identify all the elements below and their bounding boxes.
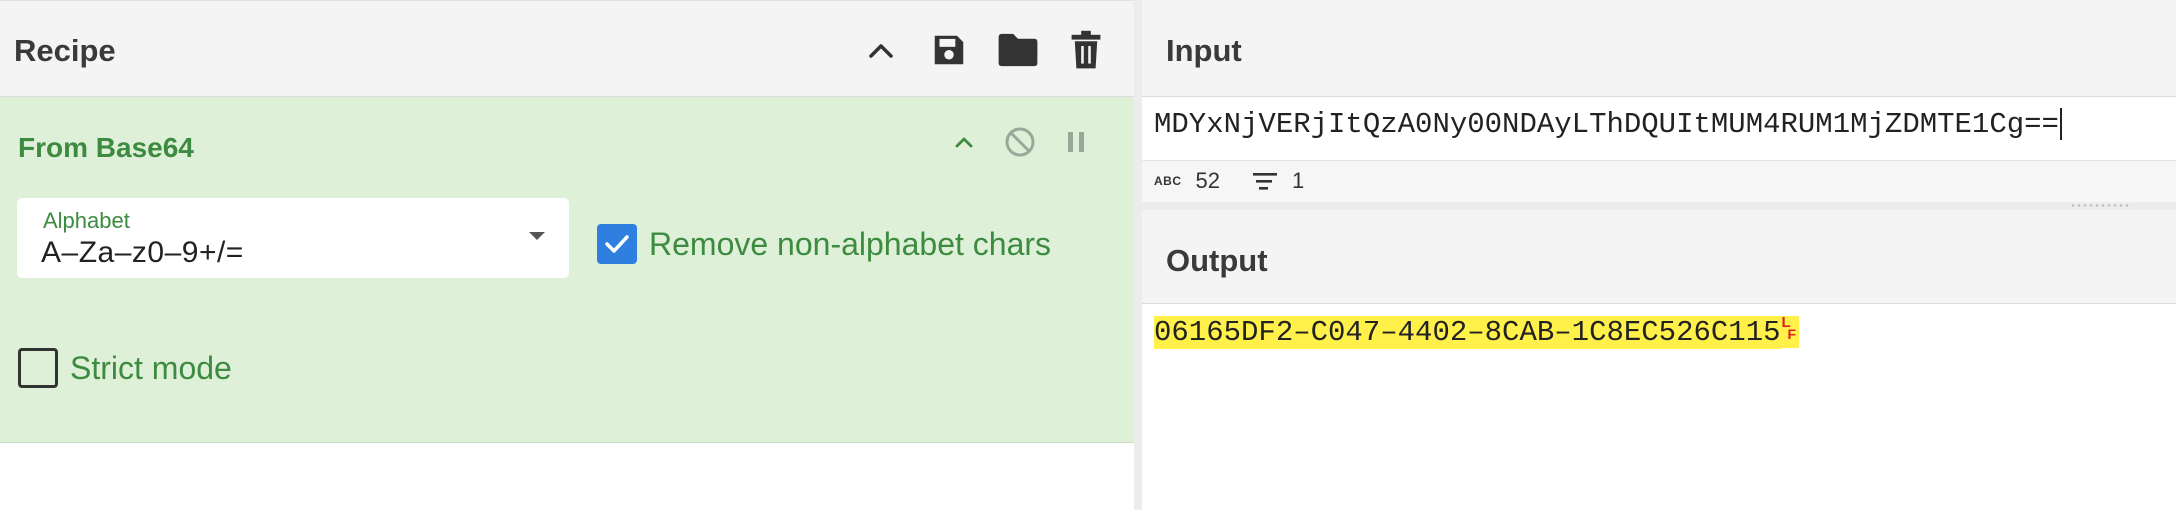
line-feed-control-char: LF xyxy=(1780,314,1799,349)
collapse-all-button[interactable] xyxy=(856,25,906,75)
input-length-indicator: ABC 52 xyxy=(1154,168,1220,194)
operation-title: From Base64 xyxy=(18,132,194,163)
save-recipe-button[interactable] xyxy=(924,25,974,75)
clear-recipe-button[interactable] xyxy=(1061,25,1111,75)
trash-icon xyxy=(1071,30,1101,69)
load-recipe-button[interactable] xyxy=(993,25,1043,75)
input-title: Input xyxy=(1166,33,1242,68)
strict-mode-label: Strict mode xyxy=(70,349,232,386)
output-text: 06165DF2–C047–4402–8CAB–1C8EC526C115 xyxy=(1154,316,1781,349)
input-textarea[interactable]: MDYxNjVERjItQzA0Ny00NDAyLThDQUItMUM4RUM1… xyxy=(1154,108,2062,141)
remove-non-alphabet-checkbox[interactable]: Remove non-alphabet chars xyxy=(597,224,1051,264)
horizontal-splitter[interactable] xyxy=(1142,202,2176,210)
pause-icon xyxy=(1068,132,1084,152)
recipe-pane: Recipe From Base64 Alphabet A–Za–z0–9+/= xyxy=(0,0,1134,510)
checkbox-unchecked-icon xyxy=(18,348,58,388)
input-header: Input xyxy=(1142,0,2176,97)
disable-icon xyxy=(1005,127,1035,157)
chevron-up-icon xyxy=(869,44,893,58)
operation-from-base64: From Base64 Alphabet A–Za–z0–9+/= Remove… xyxy=(0,97,1134,443)
output-textarea[interactable]: 06165DF2–C047–4402–8CAB–1C8EC526C115 L F xyxy=(1154,314,1799,349)
text-caret xyxy=(2059,108,2062,141)
output-title: Output xyxy=(1166,243,1268,278)
input-length-value: 52 xyxy=(1195,168,1220,193)
input-status-bar: ABC 52 1 xyxy=(1142,160,2176,202)
lines-icon xyxy=(1253,173,1277,190)
operation-breakpoint-button[interactable] xyxy=(1053,119,1099,165)
strict-mode-checkbox[interactable]: Strict mode xyxy=(18,348,232,388)
checkbox-checked-icon xyxy=(597,224,637,264)
output-header: Output xyxy=(1142,210,2176,304)
operation-disable-button[interactable] xyxy=(997,119,1043,165)
save-icon xyxy=(934,35,964,65)
operation-collapse-button[interactable] xyxy=(941,119,987,165)
input-text: MDYxNjVERjItQzA0Ny00NDAyLThDQUItMUM4RUM1… xyxy=(1154,108,2059,141)
recipe-title: Recipe xyxy=(14,33,116,68)
input-lines-indicator: 1 xyxy=(1252,168,1304,194)
alphabet-select[interactable]: Alphabet A–Za–z0–9+/= xyxy=(17,198,569,278)
alphabet-label: Alphabet xyxy=(43,208,130,233)
chevron-up-icon xyxy=(955,137,973,148)
text-length-icon: ABC xyxy=(1154,174,1182,188)
splitter-grip-icon xyxy=(2070,204,2132,207)
input-lines-value: 1 xyxy=(1292,168,1305,193)
folder-icon xyxy=(998,33,1038,67)
remove-non-alphabet-label: Remove non-alphabet chars xyxy=(649,225,1052,262)
recipe-header: Recipe xyxy=(0,0,1134,97)
io-pane: Input MDYxNjVERjItQzA0Ny00NDAyLThDQUItMU… xyxy=(1142,0,2176,510)
vertical-splitter[interactable] xyxy=(1134,0,1142,510)
dropdown-arrow-icon xyxy=(529,232,545,240)
alphabet-value: A–Za–z0–9+/= xyxy=(41,236,244,269)
